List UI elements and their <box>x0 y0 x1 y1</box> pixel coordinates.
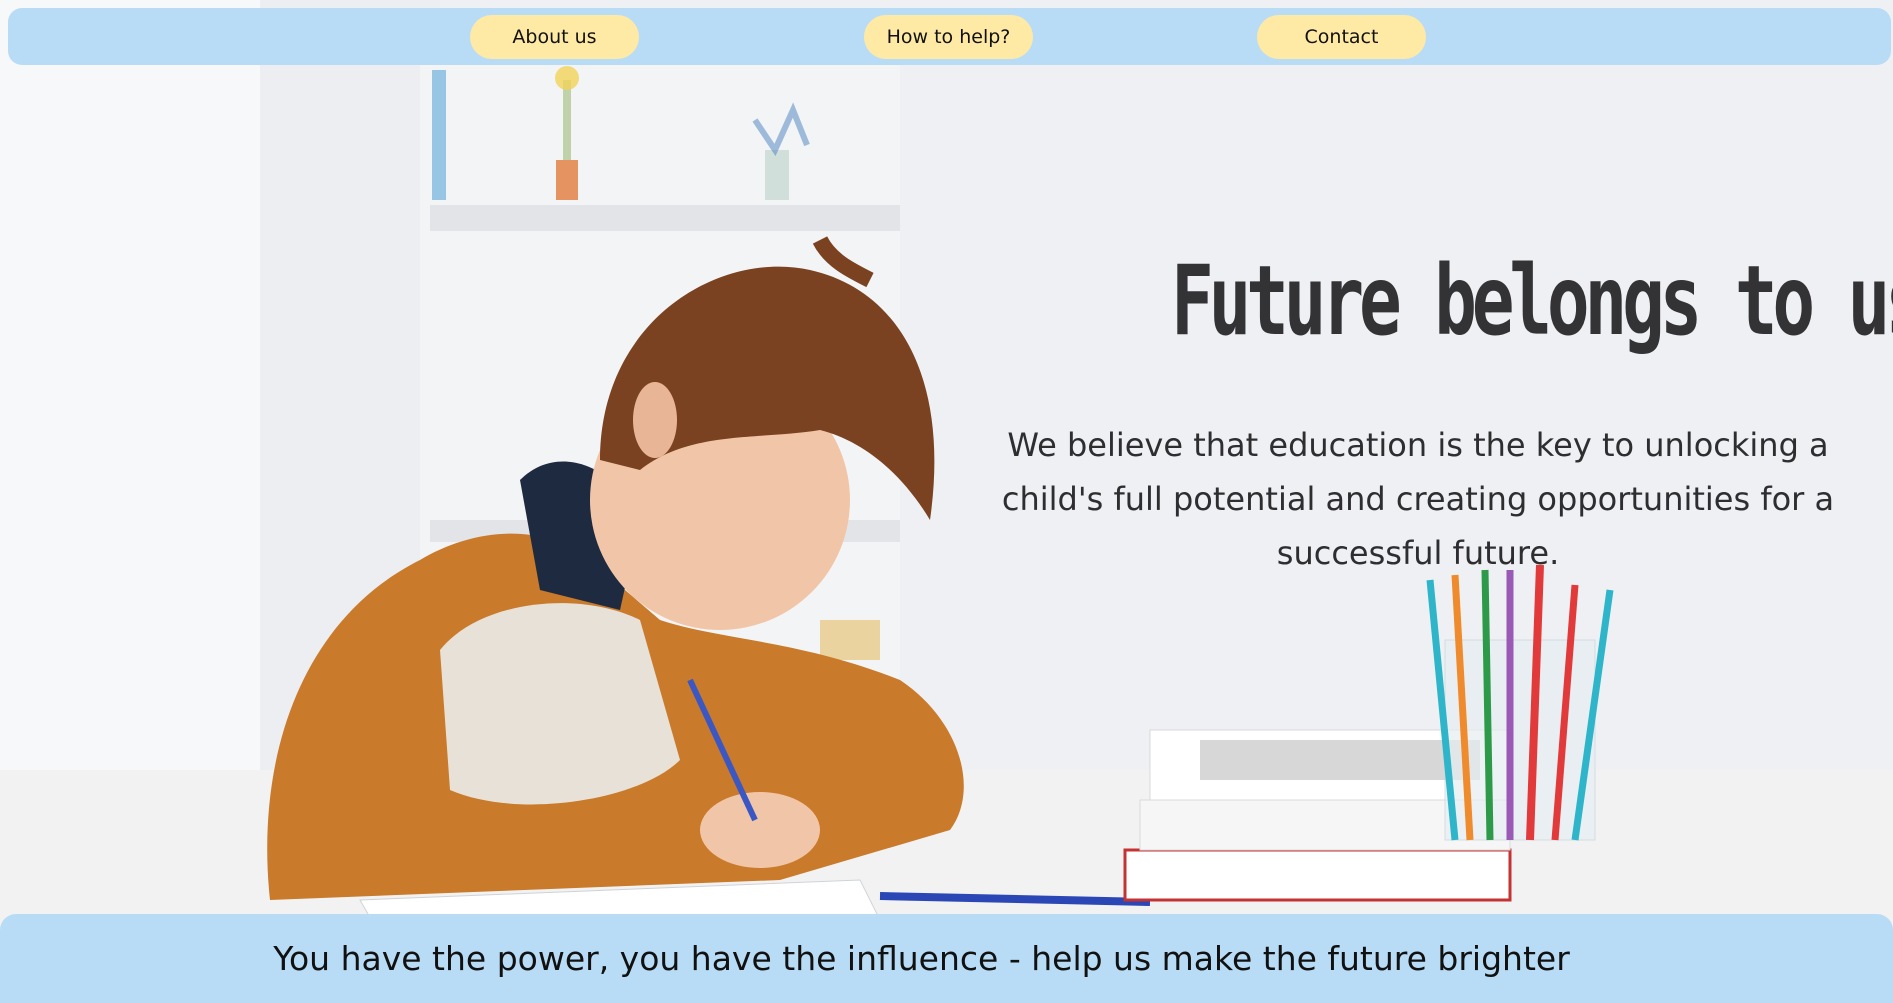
hero-tagline: We believe that education is the key to … <box>1001 426 1835 572</box>
footer-banner: You have the power, you have the influen… <box>0 914 1893 1003</box>
nav-about-us-button[interactable]: About us <box>470 15 639 59</box>
nav-contact-button[interactable]: Contact <box>1257 15 1426 59</box>
footer-message: You have the power, you have the influen… <box>273 939 1570 978</box>
hero-headline: Future belongs to us! <box>1171 245 1893 357</box>
top-navbar: About us How to help? Contact <box>8 8 1891 65</box>
nav-how-to-help-button[interactable]: How to help? <box>864 15 1033 59</box>
